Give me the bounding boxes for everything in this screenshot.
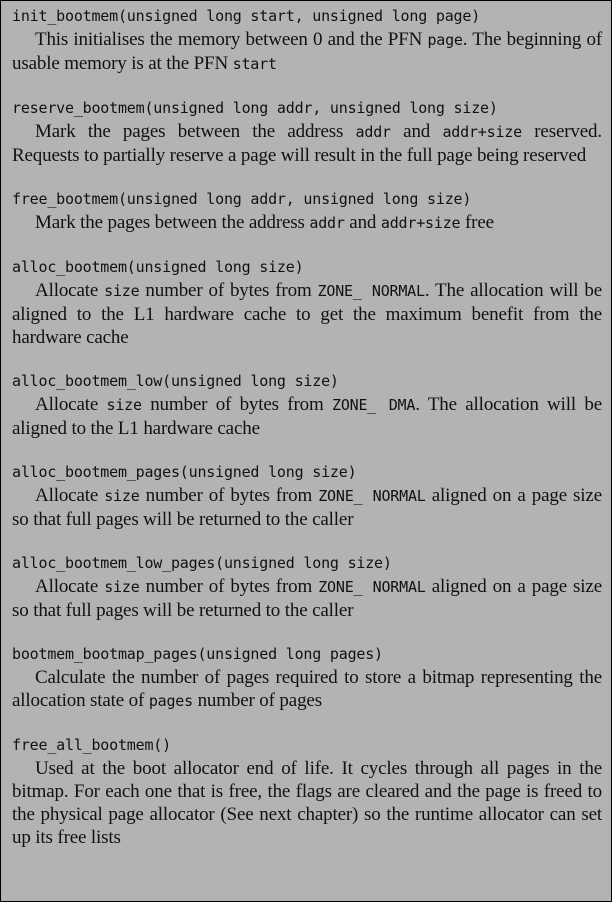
- inline-code: size: [104, 578, 140, 596]
- function-signature: reserve_bootmem(unsigned long addr, unsi…: [12, 99, 498, 117]
- api-entry-list: init_bootmem(unsigned long start, unsign…: [12, 5, 602, 870]
- description-text: Allocate: [35, 394, 107, 415]
- function-signature: free_bootmem(unsigned long addr, unsigne…: [12, 190, 472, 208]
- function-signature: alloc_bootmem(unsigned long size): [12, 258, 304, 276]
- api-entry: free_bootmem(unsigned long addr, unsigne…: [12, 188, 602, 235]
- inline-code: ZONE_ NORMAL: [317, 282, 426, 300]
- function-signature: alloc_bootmem_low_pages(unsigned long si…: [12, 554, 392, 572]
- inline-code: start: [232, 55, 277, 73]
- description-text: Mark the pages between the address: [35, 212, 310, 233]
- function-signature: alloc_bootmem_low(unsigned long size): [12, 372, 339, 390]
- description-text: Allocate: [35, 280, 105, 301]
- function-description: Used at the boot allocator end of life. …: [12, 757, 602, 849]
- api-entry: init_bootmem(unsigned long start, unsign…: [12, 5, 602, 76]
- api-entry: bootmem_bootmap_pages(unsigned long page…: [12, 643, 602, 713]
- function-description: Calculate the number of pages required t…: [12, 666, 602, 713]
- function-description: This initialises the memory between 0 an…: [12, 28, 602, 76]
- description-text: This initialises the memory between 0 an…: [35, 29, 428, 50]
- description-text: free: [460, 212, 494, 233]
- api-entry: alloc_bootmem_low_pages(unsigned long si…: [12, 552, 602, 622]
- inline-code: size: [104, 282, 140, 300]
- inline-code: page: [427, 31, 463, 49]
- inline-code: addr+size: [442, 123, 522, 141]
- inline-code: addr: [355, 123, 392, 141]
- function-description: Allocate size number of bytes from ZONE_…: [12, 575, 602, 622]
- inline-code: addr: [309, 214, 345, 232]
- description-text: number of bytes from: [139, 576, 319, 597]
- function-description: Allocate size number of bytes from ZONE_…: [12, 393, 602, 440]
- api-entry: free_all_bootmem() Used at the boot allo…: [12, 734, 602, 849]
- inline-code: ZONE_ DMA: [331, 396, 416, 414]
- inline-code: size: [104, 487, 140, 505]
- description-text: Used at the boot allocator end of life. …: [12, 758, 602, 848]
- description-text: number of bytes from: [141, 394, 332, 415]
- api-entry: alloc_bootmem_low(unsigned long size) Al…: [12, 370, 602, 440]
- function-description: Mark the pages between the address addr …: [12, 120, 602, 167]
- function-signature: free_all_bootmem(): [12, 736, 171, 754]
- function-signature: alloc_bootmem_pages(unsigned long size): [12, 463, 357, 481]
- function-description: Mark the pages between the address addr …: [12, 211, 602, 235]
- inline-code: size: [106, 396, 143, 414]
- inline-code: ZONE_ NORMAL: [318, 578, 426, 596]
- description-text: number of bytes from: [139, 280, 318, 301]
- inline-code: pages: [148, 692, 193, 710]
- api-reference-box: init_bootmem(unsigned long start, unsign…: [0, 0, 612, 902]
- description-text: Allocate: [35, 576, 105, 597]
- inline-code: ZONE_ NORMAL: [318, 487, 426, 505]
- api-entry: alloc_bootmem(unsigned long size) Alloca…: [12, 256, 602, 349]
- description-text: and: [344, 212, 381, 233]
- inline-code: addr+size: [380, 214, 461, 232]
- description-text: number of pages: [192, 690, 323, 711]
- api-entry: reserve_bootmem(unsigned long addr, unsi…: [12, 97, 602, 167]
- api-entry: alloc_bootmem_pages(unsigned long size) …: [12, 461, 602, 531]
- description-text: number of bytes from: [139, 485, 319, 506]
- function-description: Allocate size number of bytes from ZONE_…: [12, 484, 602, 531]
- description-text: Allocate: [35, 485, 105, 506]
- function-signature: bootmem_bootmap_pages(unsigned long page…: [12, 645, 383, 663]
- description-text: Mark the pages between the address: [35, 121, 356, 142]
- function-description: Allocate size number of bytes from ZONE_…: [12, 279, 602, 349]
- description-text: and: [390, 121, 443, 142]
- function-signature: init_bootmem(unsigned long start, unsign…: [12, 7, 481, 25]
